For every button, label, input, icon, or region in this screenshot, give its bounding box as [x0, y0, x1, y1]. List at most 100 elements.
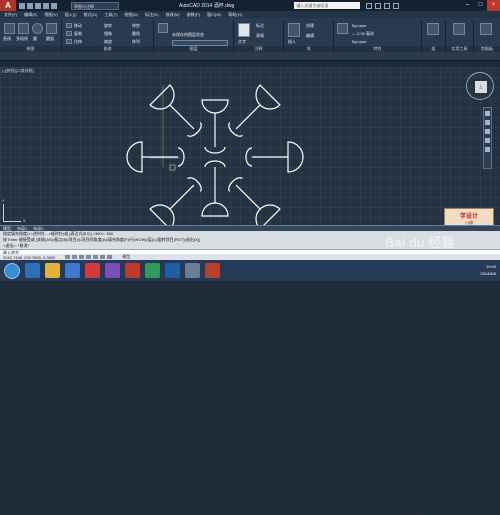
app-icon[interactable]	[145, 263, 160, 278]
trim-button[interactable]: 修剪	[132, 23, 140, 29]
menu-modify[interactable]: 修改(M)	[166, 12, 180, 18]
viewcube[interactable]: 上	[466, 72, 494, 100]
pan-icon[interactable]	[485, 120, 490, 125]
text-icon[interactable]	[238, 23, 250, 37]
menu-file[interactable]: 文件(F)	[4, 12, 17, 18]
menu-parametric[interactable]: 参数(P)	[187, 12, 200, 18]
workspace-dropdown[interactable]: 草图与注释	[71, 1, 119, 10]
color-dropdown[interactable]: ByLayer	[352, 23, 367, 28]
menu-insert[interactable]: 插入(I)	[65, 12, 77, 18]
layer-properties-icon[interactable]	[158, 23, 168, 33]
undo-icon[interactable]	[43, 2, 49, 9]
menu-bar: 文件(F) 编辑(E) 视图(V) 插入(I) 格式(O) 工具(T) 绘图(D…	[0, 11, 500, 18]
new-icon[interactable]	[19, 2, 25, 9]
glass-top-left	[149, 84, 202, 137]
menu-help[interactable]: 帮助(H)	[228, 12, 242, 18]
array-button[interactable]: 阵列	[132, 39, 140, 45]
lineweight-icon[interactable]	[107, 255, 113, 259]
showmotion-icon[interactable]	[485, 147, 490, 152]
app-icon[interactable]	[85, 263, 100, 278]
menu-draw[interactable]: 绘图(D)	[124, 12, 138, 18]
zoom-icon[interactable]	[485, 129, 490, 134]
ribbon-group-label: 块	[284, 46, 333, 52]
menu-edit[interactable]: 编辑(E)	[24, 12, 37, 18]
fillet-button[interactable]: 圆角	[132, 31, 140, 37]
stretch-button[interactable]: 拉伸	[74, 39, 82, 45]
text-button-label: 文字	[238, 39, 246, 44]
redo-icon[interactable]	[51, 2, 57, 9]
app-icon[interactable]	[185, 263, 200, 278]
steering-wheel-icon[interactable]	[485, 111, 490, 116]
table-button[interactable]: 表格	[256, 33, 264, 39]
ucs-x-label: X	[23, 218, 26, 223]
ortho-icon[interactable]	[79, 255, 85, 259]
start-button[interactable]	[4, 262, 20, 279]
orbit-icon[interactable]	[485, 138, 490, 143]
menu-dimension[interactable]: 标注(N)	[145, 12, 159, 18]
glass-top	[201, 99, 229, 154]
mirror-button[interactable]: 镜像	[104, 31, 112, 37]
rotate-button[interactable]: 旋转	[104, 23, 112, 29]
polyline-icon[interactable]	[18, 23, 29, 34]
glass-bottom-right	[228, 177, 281, 225]
group-icon[interactable]	[427, 23, 439, 35]
close-button[interactable]: ×	[487, 0, 500, 11]
circle-icon[interactable]	[32, 23, 43, 34]
osnap-icon[interactable]	[93, 255, 99, 259]
maximize-button[interactable]: □	[474, 0, 487, 11]
ie-icon[interactable]	[25, 263, 40, 278]
ribbon-group-label: 绘图	[0, 46, 61, 52]
save-icon[interactable]	[35, 2, 41, 9]
paste-icon[interactable]	[480, 23, 492, 35]
copy-icon	[66, 31, 72, 36]
minimize-button[interactable]: –	[461, 0, 474, 11]
ribbon-arc-label: 圆弧	[46, 36, 54, 41]
dimension-button[interactable]: 标注	[256, 23, 264, 29]
ribbon: 直线 多段线 圆 圆弧 绘图 移动 旋转 修剪 复制 镜像 圆角 拉伸 缩放 阵…	[0, 18, 500, 61]
menu-format[interactable]: 格式(O)	[84, 12, 98, 18]
measure-icon[interactable]	[453, 23, 465, 35]
word-icon[interactable]	[165, 263, 180, 278]
create-block-button[interactable]: 创建	[306, 23, 314, 29]
copy-button[interactable]: 复制	[74, 31, 82, 37]
glass-bottom-left	[149, 177, 202, 225]
ribbon-polyline-label: 多段线	[16, 36, 28, 41]
help-icon[interactable]	[393, 2, 400, 9]
menu-window[interactable]: 窗口(W)	[207, 12, 221, 18]
app-icon[interactable]	[205, 263, 220, 278]
otrack-icon[interactable]	[100, 255, 106, 259]
application-menu-button[interactable]: A	[0, 0, 16, 11]
search-icon[interactable]	[366, 2, 373, 9]
scale-button[interactable]: 缩放	[104, 39, 112, 45]
line-icon[interactable]	[4, 23, 15, 34]
drawing-canvas[interactable]: [-][俯视][二维线框] 上 Y X 学设计 小编	[0, 67, 500, 230]
open-icon[interactable]	[27, 2, 33, 9]
arc-icon[interactable]	[46, 23, 57, 34]
lineweight-dropdown[interactable]: — 0.30 毫米	[352, 31, 374, 37]
move-button[interactable]: 移动	[74, 23, 82, 29]
tray-date[interactable]: 2014/8/6	[480, 270, 496, 277]
viewcube-face[interactable]: 上	[475, 81, 487, 93]
match-properties-icon[interactable]	[337, 23, 348, 34]
ribbon-group-layers: 未保存的图层状态 图层	[154, 20, 234, 53]
insert-block-icon[interactable]	[288, 23, 300, 37]
system-tray: 19:00 2014/8/6	[480, 263, 496, 277]
app-icon[interactable]	[105, 263, 120, 278]
menu-tools[interactable]: 工具(T)	[104, 12, 117, 18]
user-icon[interactable]	[375, 2, 382, 9]
autocad-icon[interactable]	[125, 263, 140, 278]
edit-block-button[interactable]: 编辑	[306, 33, 314, 39]
explorer-icon[interactable]	[45, 263, 60, 278]
layer-state-dropdown[interactable]: 未保存的图层状态	[172, 32, 204, 38]
search-input[interactable]: 键入关键字或短语	[294, 2, 361, 9]
snap-icon[interactable]	[65, 255, 71, 259]
tray-time[interactable]: 19:00	[480, 263, 496, 270]
ribbon-group-annotation: 文字 标注 表格 注释	[234, 20, 284, 53]
polar-icon[interactable]	[86, 255, 92, 259]
menu-view[interactable]: 视图(V)	[44, 12, 57, 18]
grid-icon[interactable]	[72, 255, 78, 259]
ribbon-group-label: 剪贴板	[474, 46, 500, 52]
media-icon[interactable]	[65, 263, 80, 278]
linetype-dropdown[interactable]: ByLayer	[352, 39, 367, 44]
exchange-icon[interactable]	[384, 2, 391, 9]
